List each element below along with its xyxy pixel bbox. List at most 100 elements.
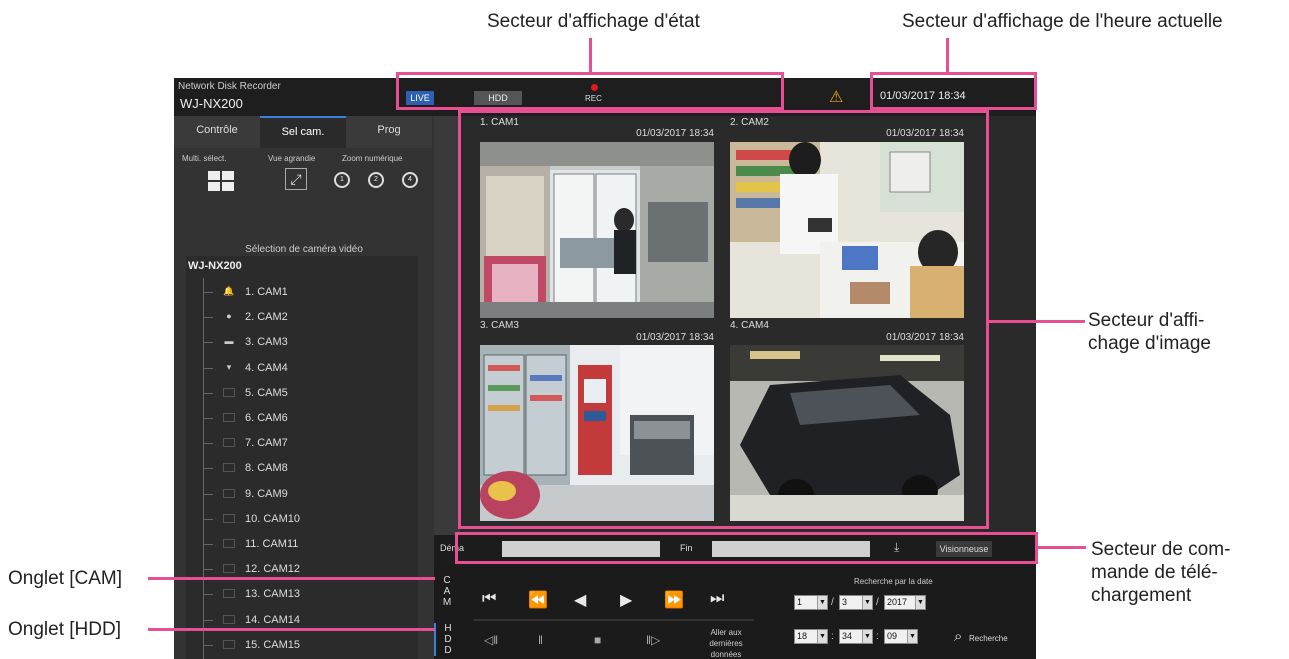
month-select[interactable]: 3 ▼ [839,595,873,610]
chevron-down-icon: ▼ [817,630,827,643]
camera-icon: ● [226,311,232,322]
tab-prog[interactable]: Prog [346,116,432,148]
camera-icon: ▾ [226,361,232,372]
image-leader-line [989,320,1085,323]
camera-label: 4. CAM4 [245,361,288,374]
camera-icon [223,438,235,448]
search-label[interactable]: Recherche [969,634,1008,643]
tree-branch [203,544,213,545]
camera-list-item[interactable]: 8. CAM8 [203,458,413,478]
camera-icon [223,564,235,574]
hour-select[interactable]: 18 ▼ [794,629,828,644]
callout-clock: Secteur d'affichage de l'heure actuelle [902,11,1223,32]
camera-icon [223,539,235,548]
hdd-tab-leader-line [148,628,435,631]
camera-icon [223,589,235,599]
tab-controle[interactable]: Contrôle [174,116,260,148]
camera-label: 8. CAM8 [245,462,288,475]
camera-icon [223,413,235,422]
fast-rewind-icon[interactable]: ⏪ [528,590,548,610]
chevron-down-icon: ▼ [862,596,872,609]
day-value: 1 [797,597,803,607]
next-frame-icon[interactable]: ‖▷ [646,633,660,647]
minute-select[interactable]: 34 ▼ [839,629,873,644]
camera-list-item[interactable]: 15. CAM15 [203,635,413,655]
camera-list-item[interactable]: 5. CAM5 [203,383,413,403]
camera-label: 9. CAM9 [245,487,288,500]
tree-branch [203,342,213,344]
status-leader-line [589,38,592,72]
camera-list-item[interactable]: ▬ 3. CAM3 [203,332,413,352]
time-separator: : [831,631,834,642]
camera-label: 13. CAM13 [245,588,301,601]
date-separator: / [831,597,834,608]
viewer-left-strip [434,116,460,535]
clock-leader-line [946,38,949,72]
camera-label: 14. CAM14 [245,613,301,626]
camera-list-item[interactable]: 9. CAM9 [203,484,413,504]
camera-list-item[interactable]: 10. CAM10 [203,509,413,529]
callout-image-1: Secteur d'affi- [1088,310,1205,331]
camera-label: 3. CAM3 [245,336,288,349]
camera-icon [223,488,235,498]
camera-icon: 🔔 [223,286,235,296]
camera-list-item[interactable]: 11. CAM11 [203,534,413,554]
callout-hdd-tab: Onglet [HDD] [8,619,121,640]
goto-latest-line2: dernières données [709,639,743,659]
enlarged-view-label: Vue agrandie [268,154,316,163]
camera-list-item[interactable]: ▾ 4. CAM4 [203,358,413,378]
stop-icon[interactable]: ■ [594,633,601,647]
search-icon[interactable]: ⌕ [954,628,962,645]
tree-branch [203,392,213,394]
tab-hdd-letter-1: H [444,623,452,634]
expand-icon[interactable]: ⤢ [285,168,307,190]
tree-branch [203,292,213,293]
year-select[interactable]: 2017 ▼ [884,595,926,610]
tree-branch [203,367,213,369]
seek-bar[interactable] [474,619,754,621]
tree-branch [203,594,213,596]
warning-triangle-icon[interactable]: ⚠ [829,87,843,107]
tab-hdd[interactable]: H D D [434,623,460,656]
minute-value: 34 [842,631,853,641]
camera-list-item[interactable]: 6. CAM6 [203,408,413,428]
camera-list-item[interactable]: 7. CAM7 [203,433,413,453]
camera-list-item[interactable]: 🔔 1. CAM1 [203,282,413,302]
camera-list-item[interactable]: 14. CAM14 [203,610,413,630]
skip-end-icon[interactable]: ⏭ [710,590,724,608]
tree-branch [203,569,213,571]
callout-cam-tab: Onglet [CAM] [8,568,123,589]
chevron-down-icon: ▼ [862,630,872,643]
tab-hdd-letter-3: D [444,645,452,656]
camera-list-item[interactable]: 13. CAM13 [203,584,413,604]
camera-label: 6. CAM6 [245,412,288,424]
camera-icon [223,513,235,523]
prev-frame-icon[interactable]: ◁‖ [484,633,498,647]
day-select[interactable]: 1 ▼ [794,595,828,610]
pause-icon[interactable]: ‖ [538,633,543,647]
zoom-x2-icon[interactable]: 2 [368,172,384,188]
camera-icon: ▬ [224,336,234,347]
tree-branch [203,619,213,621]
camera-list-item[interactable]: ● 2. CAM2 [203,307,413,327]
goto-latest-button[interactable]: Aller aux dernières données [696,627,756,659]
tab-sel-cam[interactable]: Sel cam. [260,116,346,148]
skip-start-icon[interactable]: ⏮ [482,590,496,608]
second-select[interactable]: 09 ▼ [884,629,918,644]
camera-label: 5. CAM5 [245,386,288,399]
app-name: Network Disk Recorder [178,81,281,92]
play-icon[interactable]: ▶ [620,590,632,610]
camera-label: 2. CAM2 [245,311,288,324]
fast-forward-icon[interactable]: ⏩ [664,590,684,610]
image-area-highlight [458,110,989,529]
reverse-play-icon[interactable]: ◀ [574,590,586,610]
quad-grid-icon[interactable] [208,171,234,191]
tab-cam[interactable]: C A M [434,575,460,608]
tab-cam-letter-2: A [443,586,451,597]
camera-label: 7. CAM7 [245,437,288,450]
tree-root[interactable]: WJ-NX200 [188,260,242,272]
tree-branch [203,518,213,520]
camera-label: 1. CAM1 [245,286,288,298]
zoom-x4-icon[interactable]: 4 [402,172,418,188]
zoom-x1-icon[interactable]: 1 [334,172,350,188]
